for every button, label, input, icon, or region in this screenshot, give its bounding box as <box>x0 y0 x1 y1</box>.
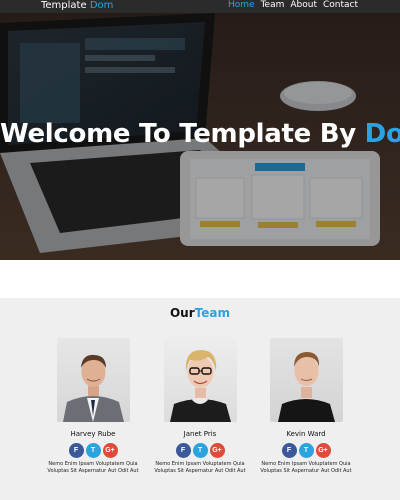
social-links: F T G+ <box>145 443 255 458</box>
nav-link-contact[interactable]: Contact <box>323 0 358 12</box>
brand-main: Template <box>41 0 87 11</box>
team-title: OurTeam <box>0 306 400 320</box>
hero-title-accent: Dom <box>364 119 400 149</box>
brand-accent: Dom <box>89 0 114 11</box>
member-description-line2: Voluptas Sit Aspernatur Aut Odit Aut <box>154 467 246 474</box>
member-name: Kevin Ward <box>286 430 326 438</box>
team-title-accent: Team <box>194 306 230 320</box>
member-photo <box>163 338 237 422</box>
member-description-line1: Nemo Enim Ipsam Voluptatem Quia <box>48 461 138 467</box>
google-plus-icon[interactable]: G+ <box>102 443 118 458</box>
team-member-card: Janet Pris F T G+ Nemo Enim Ipsam Volupt… <box>145 338 255 474</box>
team-member-card: Kevin Ward F T G+ Nemo Enim Ipsam Volupt… <box>251 338 361 474</box>
hero-title-main: Welcome To Template By <box>0 119 356 149</box>
facebook-icon[interactable]: F <box>281 443 297 458</box>
member-description-line2: Voluptas Sit Aspernatur Aut Odit Aut <box>260 467 352 474</box>
twitter-icon[interactable]: T <box>298 443 314 458</box>
member-description-line1: Nemo Enim Ipsam Voluptatem Quia <box>155 461 245 467</box>
brand-logo[interactable]: Template Dom <box>41 0 113 12</box>
member-name: Harvey Rube <box>70 430 116 438</box>
member-description-line2: Voluptas Sit Aspernatur Aut Odit Aut <box>47 467 139 474</box>
member-photo <box>56 338 130 422</box>
member-description: Nemo Enim Ipsam Voluptatem Quia Voluptas… <box>38 461 148 474</box>
nav-link-team[interactable]: Team <box>261 0 285 12</box>
section-spacer <box>0 260 400 298</box>
nav-links: Home Team About Contact <box>228 0 358 12</box>
team-member-card: Harvey Rube F T G+ Nemo Enim Ipsam Volup… <box>38 338 148 474</box>
google-plus-icon[interactable]: G+ <box>315 443 331 458</box>
member-description: Nemo Enim Ipsam Voluptatem Quia Voluptas… <box>145 461 255 474</box>
nav-link-home[interactable]: Home <box>228 0 255 12</box>
young-man-portrait-image <box>277 352 335 422</box>
nav-link-about[interactable]: About <box>290 0 317 12</box>
member-description: Nemo Enim Ipsam Voluptatem Quia Voluptas… <box>251 461 361 474</box>
twitter-icon[interactable]: T <box>85 443 101 458</box>
member-photo <box>269 338 343 422</box>
google-plus-icon[interactable]: G+ <box>209 443 225 458</box>
hero-section: Welcome To Template By Dom <box>0 13 400 260</box>
social-links: F T G+ <box>38 443 148 458</box>
facebook-icon[interactable]: F <box>68 443 84 458</box>
member-name: Janet Pris <box>183 430 217 438</box>
social-links: F T G+ <box>251 443 361 458</box>
facebook-icon[interactable]: F <box>175 443 191 458</box>
team-section: OurTeam Harvey Rube F T G+ Nemo Enim Ips… <box>0 298 400 500</box>
member-description-line1: Nemo Enim Ipsam Voluptatem Quia <box>261 461 351 467</box>
man-portrait-image <box>62 354 124 422</box>
woman-portrait-image <box>169 350 231 422</box>
top-navbar: Template Dom Home Team About Contact <box>0 0 400 13</box>
twitter-icon[interactable]: T <box>192 443 208 458</box>
team-title-main: Our <box>169 306 195 320</box>
hero-title: Welcome To Template By Dom <box>0 119 400 149</box>
